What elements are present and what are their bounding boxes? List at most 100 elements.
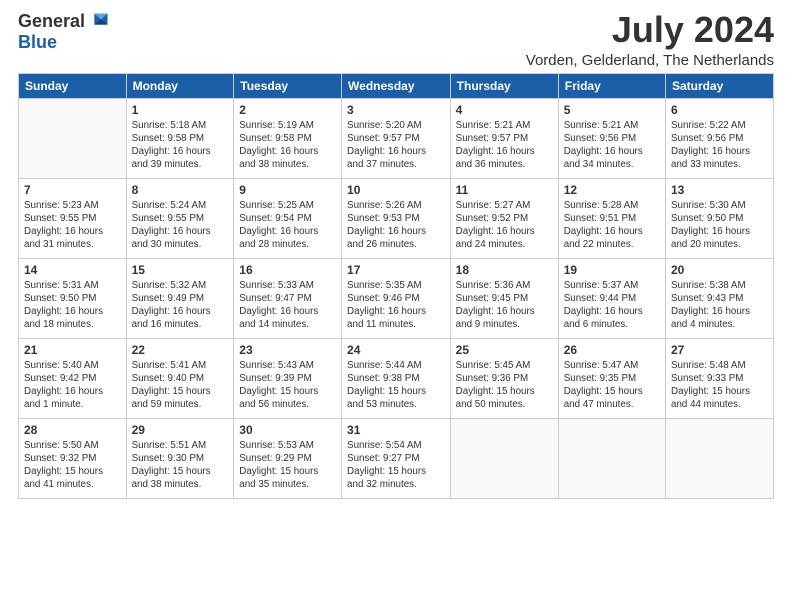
- day-info: Sunrise: 5:21 AM Sunset: 9:57 PM Dayligh…: [456, 119, 553, 172]
- calendar-week-1: 7 Sunrise: 5:23 AM Sunset: 9:55 PM Daylig…: [19, 178, 774, 258]
- day-number: 11: [456, 183, 553, 197]
- day-number: 3: [347, 103, 445, 117]
- day-info: Sunrise: 5:38 AM Sunset: 9:43 PM Dayligh…: [671, 279, 768, 332]
- th-wednesday: Wednesday: [342, 73, 451, 98]
- day-info: Sunrise: 5:26 AM Sunset: 9:53 PM Dayligh…: [347, 199, 445, 252]
- title-area: July 2024 Vorden, Gelderland, The Nether…: [526, 10, 774, 69]
- day-number: 23: [239, 343, 336, 357]
- table-row: [558, 418, 665, 498]
- table-row: [450, 418, 558, 498]
- calendar: Sunday Monday Tuesday Wednesday Thursday…: [18, 73, 774, 499]
- table-row: 30 Sunrise: 5:53 AM Sunset: 9:29 PM Dayli…: [234, 418, 342, 498]
- table-row: 6Sunrise: 5:22 AM Sunset: 9:56 PM Daylig…: [666, 98, 774, 178]
- day-number: 2: [239, 103, 336, 117]
- calendar-week-0: 1Sunrise: 5:18 AM Sunset: 9:58 PM Daylig…: [19, 98, 774, 178]
- table-row: [19, 98, 127, 178]
- th-tuesday: Tuesday: [234, 73, 342, 98]
- day-info: Sunrise: 5:33 AM Sunset: 9:47 PM Dayligh…: [239, 279, 336, 332]
- day-number: 22: [132, 343, 229, 357]
- day-info: Sunrise: 5:21 AM Sunset: 9:56 PM Dayligh…: [564, 119, 660, 172]
- day-info: Sunrise: 5:44 AM Sunset: 9:38 PM Dayligh…: [347, 359, 445, 412]
- table-row: 29Sunrise: 5:51 AM Sunset: 9:30 PM Dayli…: [126, 418, 234, 498]
- logo: General Blue: [18, 10, 109, 53]
- day-info: Sunrise: 5:19 AM Sunset: 9:58 PM Dayligh…: [239, 119, 336, 172]
- day-info: Sunrise: 5:24 AM Sunset: 9:55 PM Dayligh…: [132, 199, 229, 252]
- day-number: 7: [24, 183, 121, 197]
- table-row: 4 Sunrise: 5:21 AM Sunset: 9:57 PM Daylig…: [450, 98, 558, 178]
- day-number: 19: [564, 263, 660, 277]
- table-row: 13Sunrise: 5:30 AM Sunset: 9:50 PM Dayli…: [666, 178, 774, 258]
- day-info: Sunrise: 5:47 AM Sunset: 9:35 PM Dayligh…: [564, 359, 660, 412]
- calendar-week-4: 28 Sunrise: 5:50 AM Sunset: 9:32 PM Dayli…: [19, 418, 774, 498]
- day-info: Sunrise: 5:40 AM Sunset: 9:42 PM Dayligh…: [24, 359, 121, 412]
- table-row: 31Sunrise: 5:54 AM Sunset: 9:27 PM Dayli…: [342, 418, 451, 498]
- table-row: 19 Sunrise: 5:37 AM Sunset: 9:44 PM Dayli…: [558, 258, 665, 338]
- day-info: Sunrise: 5:50 AM Sunset: 9:32 PM Dayligh…: [24, 439, 121, 492]
- day-info: Sunrise: 5:20 AM Sunset: 9:57 PM Dayligh…: [347, 119, 445, 172]
- table-row: 21 Sunrise: 5:40 AM Sunset: 9:42 PM Dayli…: [19, 338, 127, 418]
- day-number: 12: [564, 183, 660, 197]
- page: General Blue July 2024 Vorden, Gelderlan…: [0, 0, 792, 612]
- day-info: Sunrise: 5:27 AM Sunset: 9:52 PM Dayligh…: [456, 199, 553, 252]
- day-number: 31: [347, 423, 445, 437]
- calendar-week-3: 21 Sunrise: 5:40 AM Sunset: 9:42 PM Dayli…: [19, 338, 774, 418]
- day-info: Sunrise: 5:41 AM Sunset: 9:40 PM Dayligh…: [132, 359, 229, 412]
- table-row: 24Sunrise: 5:44 AM Sunset: 9:38 PM Dayli…: [342, 338, 451, 418]
- day-info: Sunrise: 5:43 AM Sunset: 9:39 PM Dayligh…: [239, 359, 336, 412]
- th-thursday: Thursday: [450, 73, 558, 98]
- day-number: 17: [347, 263, 445, 277]
- th-sunday: Sunday: [19, 73, 127, 98]
- table-row: 26Sunrise: 5:47 AM Sunset: 9:35 PM Dayli…: [558, 338, 665, 418]
- day-info: Sunrise: 5:37 AM Sunset: 9:44 PM Dayligh…: [564, 279, 660, 332]
- day-info: Sunrise: 5:53 AM Sunset: 9:29 PM Dayligh…: [239, 439, 336, 492]
- table-row: 18Sunrise: 5:36 AM Sunset: 9:45 PM Dayli…: [450, 258, 558, 338]
- table-row: 14Sunrise: 5:31 AM Sunset: 9:50 PM Dayli…: [19, 258, 127, 338]
- table-row: 16 Sunrise: 5:33 AM Sunset: 9:47 PM Dayli…: [234, 258, 342, 338]
- day-info: Sunrise: 5:23 AM Sunset: 9:55 PM Dayligh…: [24, 199, 121, 252]
- day-number: 5: [564, 103, 660, 117]
- day-info: Sunrise: 5:18 AM Sunset: 9:58 PM Dayligh…: [132, 119, 229, 172]
- table-row: [666, 418, 774, 498]
- header-row: Sunday Monday Tuesday Wednesday Thursday…: [19, 73, 774, 98]
- table-row: 7 Sunrise: 5:23 AM Sunset: 9:55 PM Daylig…: [19, 178, 127, 258]
- day-number: 21: [24, 343, 121, 357]
- table-row: 10Sunrise: 5:26 AM Sunset: 9:53 PM Dayli…: [342, 178, 451, 258]
- day-number: 25: [456, 343, 553, 357]
- table-row: 27 Sunrise: 5:48 AM Sunset: 9:33 PM Dayli…: [666, 338, 774, 418]
- day-info: Sunrise: 5:30 AM Sunset: 9:50 PM Dayligh…: [671, 199, 768, 252]
- th-monday: Monday: [126, 73, 234, 98]
- table-row: 20 Sunrise: 5:38 AM Sunset: 9:43 PM Dayli…: [666, 258, 774, 338]
- header: General Blue July 2024 Vorden, Gelderlan…: [18, 10, 774, 69]
- day-info: Sunrise: 5:45 AM Sunset: 9:36 PM Dayligh…: [456, 359, 553, 412]
- day-info: Sunrise: 5:51 AM Sunset: 9:30 PM Dayligh…: [132, 439, 229, 492]
- table-row: 2 Sunrise: 5:19 AM Sunset: 9:58 PM Daylig…: [234, 98, 342, 178]
- table-row: 22 Sunrise: 5:41 AM Sunset: 9:40 PM Dayli…: [126, 338, 234, 418]
- day-info: Sunrise: 5:32 AM Sunset: 9:49 PM Dayligh…: [132, 279, 229, 332]
- day-info: Sunrise: 5:28 AM Sunset: 9:51 PM Dayligh…: [564, 199, 660, 252]
- day-number: 16: [239, 263, 336, 277]
- table-row: 15Sunrise: 5:32 AM Sunset: 9:49 PM Dayli…: [126, 258, 234, 338]
- table-row: 11 Sunrise: 5:27 AM Sunset: 9:52 PM Dayli…: [450, 178, 558, 258]
- day-number: 27: [671, 343, 768, 357]
- table-row: 17Sunrise: 5:35 AM Sunset: 9:46 PM Dayli…: [342, 258, 451, 338]
- day-info: Sunrise: 5:22 AM Sunset: 9:56 PM Dayligh…: [671, 119, 768, 172]
- logo-blue-text: Blue: [18, 32, 57, 52]
- day-info: Sunrise: 5:25 AM Sunset: 9:54 PM Dayligh…: [239, 199, 336, 252]
- location: Vorden, Gelderland, The Netherlands: [526, 52, 774, 69]
- table-row: 8 Sunrise: 5:24 AM Sunset: 9:55 PM Daylig…: [126, 178, 234, 258]
- table-row: 25 Sunrise: 5:45 AM Sunset: 9:36 PM Dayli…: [450, 338, 558, 418]
- day-info: Sunrise: 5:31 AM Sunset: 9:50 PM Dayligh…: [24, 279, 121, 332]
- calendar-week-2: 14Sunrise: 5:31 AM Sunset: 9:50 PM Dayli…: [19, 258, 774, 338]
- th-friday: Friday: [558, 73, 665, 98]
- table-row: 28 Sunrise: 5:50 AM Sunset: 9:32 PM Dayli…: [19, 418, 127, 498]
- table-row: 12 Sunrise: 5:28 AM Sunset: 9:51 PM Dayli…: [558, 178, 665, 258]
- table-row: 5 Sunrise: 5:21 AM Sunset: 9:56 PM Daylig…: [558, 98, 665, 178]
- day-number: 18: [456, 263, 553, 277]
- day-number: 28: [24, 423, 121, 437]
- day-number: 30: [239, 423, 336, 437]
- day-number: 20: [671, 263, 768, 277]
- day-number: 4: [456, 103, 553, 117]
- day-info: Sunrise: 5:48 AM Sunset: 9:33 PM Dayligh…: [671, 359, 768, 412]
- logo-icon: [87, 10, 109, 32]
- day-number: 8: [132, 183, 229, 197]
